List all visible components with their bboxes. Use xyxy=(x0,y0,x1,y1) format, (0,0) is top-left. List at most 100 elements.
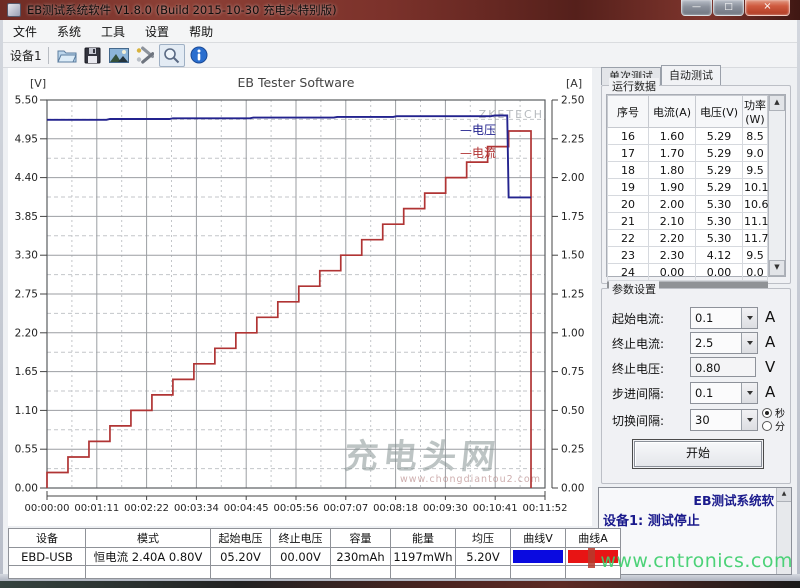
info-icon xyxy=(190,46,208,64)
run-data-cell: 23 xyxy=(608,247,649,264)
status-col-header: 能量 xyxy=(391,529,456,548)
status-col-header: 起始电压 xyxy=(211,529,271,548)
status-cell: 5.20V xyxy=(456,548,511,566)
start-button[interactable]: 开始 xyxy=(634,441,762,467)
start-current-combo[interactable]: 0.1 xyxy=(690,307,758,329)
radio-dot[interactable] xyxy=(762,421,772,431)
tab-auto-test[interactable]: 自动测试 xyxy=(661,65,721,85)
tools-icon xyxy=(135,46,154,64)
run-data-body: 161.605.298.5171.705.299.0181.805.299.51… xyxy=(608,128,768,281)
status-cell xyxy=(511,548,566,566)
about-button[interactable] xyxy=(187,45,211,66)
svg-text:ZKETECH: ZKETECH xyxy=(479,108,544,121)
tools-button[interactable] xyxy=(133,45,157,66)
app-icon xyxy=(7,3,21,17)
chevron-down-icon[interactable] xyxy=(741,308,757,328)
save-button[interactable] xyxy=(81,45,105,66)
run-data-cell: 2.30 xyxy=(649,247,696,264)
status-empty-cell xyxy=(456,566,511,579)
menu-system[interactable]: 系统 xyxy=(47,21,91,42)
svg-text:00:09:30: 00:09:30 xyxy=(423,503,468,514)
start-button-frame: 开始 xyxy=(632,439,764,469)
zoom-button[interactable] xyxy=(159,44,185,67)
run-data-cell: 17 xyxy=(608,145,649,162)
status-empty-cell xyxy=(271,566,331,579)
step-interval-combo[interactable]: 0.1 xyxy=(690,382,758,404)
switch-interval-combo[interactable]: 30 xyxy=(690,409,758,431)
run-data-row[interactable]: 161.605.298.5 xyxy=(608,128,768,145)
close-button[interactable]: × xyxy=(745,0,790,16)
svg-text:1.00: 1.00 xyxy=(561,327,584,339)
run-data-cell: 21 xyxy=(608,213,649,230)
col-current: 电流(A) xyxy=(649,96,696,128)
end-voltage-input[interactable]: 0.80 xyxy=(690,357,756,377)
svg-text:—电压: —电压 xyxy=(460,123,496,137)
title-bar: EB测试系统软件 V1.8.0 (Build 2015-10-30 充电头特别版… xyxy=(0,0,800,20)
menu-file[interactable]: 文件 xyxy=(3,21,47,42)
radio-dot[interactable] xyxy=(762,408,772,418)
chevron-down-icon[interactable] xyxy=(741,410,757,430)
run-data-cell: 8.5 xyxy=(743,128,768,145)
run-data-cell: 9.5 xyxy=(743,162,768,179)
run-data-cell: 11.1 xyxy=(743,213,768,230)
svg-text:00:07:07: 00:07:07 xyxy=(323,503,368,514)
time-unit-radios: 秒 分 xyxy=(762,406,785,432)
menu-settings[interactable]: 设置 xyxy=(135,21,179,42)
status-empty-cell xyxy=(511,566,566,579)
run-data-cell: 1.90 xyxy=(649,179,696,196)
svg-text:0.75: 0.75 xyxy=(561,366,584,378)
run-data-row[interactable]: 171.705.299.0 xyxy=(608,145,768,162)
status-empty-row xyxy=(9,566,621,579)
svg-text:0.00: 0.00 xyxy=(561,483,584,495)
svg-text:4.95: 4.95 xyxy=(15,133,38,145)
status-cell: 恒电流 2.40A 0.80V xyxy=(86,548,211,566)
run-data-cell: 2.00 xyxy=(649,196,696,213)
end-current-value: 2.5 xyxy=(691,333,741,353)
chevron-down-icon[interactable] xyxy=(741,383,757,403)
run-data-row[interactable]: 212.105.3011.1 xyxy=(608,213,768,230)
run-data-cell: 11.7 xyxy=(743,230,768,247)
run-data-row[interactable]: 191.905.2910.1 xyxy=(608,179,768,196)
svg-text:1.65: 1.65 xyxy=(15,366,38,378)
svg-text:0.50: 0.50 xyxy=(561,405,584,417)
radio-minutes[interactable]: 分 xyxy=(762,419,785,432)
svg-text:EB Tester Software: EB Tester Software xyxy=(238,75,355,90)
scroll-up-icon[interactable]: ▲ xyxy=(777,488,791,502)
run-data-cell: 0.00 xyxy=(649,264,696,281)
chevron-down-icon[interactable] xyxy=(741,333,757,353)
svg-text:2.00: 2.00 xyxy=(561,172,584,184)
menu-tools[interactable]: 工具 xyxy=(91,21,135,42)
status-col-header: 终止电压 xyxy=(271,529,331,548)
run-data-row[interactable]: 240.000.000.0 xyxy=(608,264,768,281)
run-data-cell: 2.10 xyxy=(649,213,696,230)
params-groupbox: 参数设置 起始电流: 0.1 A 终止电流: 2.5 A 终止电压: 0.80 … xyxy=(601,288,791,484)
run-data-cell: 10.1 xyxy=(743,179,768,196)
run-data-row[interactable]: 232.304.129.5 xyxy=(608,247,768,264)
svg-text:00:05:56: 00:05:56 xyxy=(274,503,319,514)
svg-text:1.50: 1.50 xyxy=(561,250,584,262)
run-data-cell: 5.29 xyxy=(696,145,743,162)
export-image-button[interactable] xyxy=(107,45,131,66)
svg-text:00:11:52: 00:11:52 xyxy=(523,503,568,514)
scroll-down-icon[interactable]: ▼ xyxy=(769,260,785,276)
run-data-cell: 0.00 xyxy=(696,264,743,281)
scroll-up-icon[interactable]: ▲ xyxy=(769,95,785,111)
run-data-cell: 9.5 xyxy=(743,247,768,264)
open-file-button[interactable] xyxy=(55,45,79,66)
status-empty-cell xyxy=(391,566,456,579)
maximize-button[interactable]: □ xyxy=(713,0,744,16)
svg-text:2.25: 2.25 xyxy=(561,133,584,145)
svg-text:00:03:34: 00:03:34 xyxy=(174,503,219,514)
status-cell: 1197mWh xyxy=(391,548,456,566)
status-col-header: 曲线V xyxy=(511,529,566,548)
run-data-row[interactable]: 202.005.3010.6 xyxy=(608,196,768,213)
run-data-row[interactable]: 181.805.299.5 xyxy=(608,162,768,179)
minimize-button[interactable]: — xyxy=(681,0,712,16)
svg-text:2.75: 2.75 xyxy=(15,289,38,301)
device-label: 设备1 xyxy=(10,47,42,64)
menu-help[interactable]: 帮助 xyxy=(179,21,223,42)
run-data-scrollbar[interactable]: ▲ ▼ xyxy=(768,95,785,276)
run-data-row[interactable]: 222.205.3011.7 xyxy=(608,230,768,247)
end-current-combo[interactable]: 2.5 xyxy=(690,332,758,354)
toolbar-separator xyxy=(48,47,49,64)
